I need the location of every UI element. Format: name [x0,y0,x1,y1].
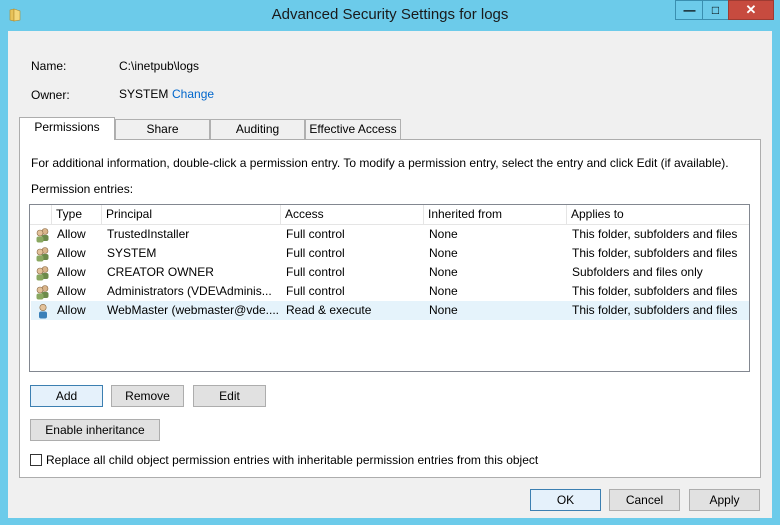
row-principal: CREATOR OWNER [107,265,214,279]
row-inherited-from: None [429,265,458,279]
row-applies-to: Subfolders and files only [572,265,703,279]
row-access: Full control [286,284,345,298]
row-type: Allow [57,227,86,241]
row-type: Allow [57,246,86,260]
row-principal: SYSTEM [107,246,157,260]
table-row-selected[interactable]: Allow WebMaster (webmaster@vde.... Read … [31,301,749,320]
row-type: Allow [57,265,86,279]
close-button[interactable]: ✕ [728,0,774,20]
row-type: Allow [57,303,86,317]
replace-entries-label: Replace all child object permission entr… [46,453,539,467]
row-principal: TrustedInstaller [107,227,190,241]
header-applies-to[interactable]: Applies to [567,205,749,224]
row-type: Allow [57,284,86,298]
row-principal: WebMaster (webmaster@vde.... [107,303,279,317]
maximize-icon: □ [711,3,720,17]
row-applies-to: This folder, subfolders and files [572,227,738,241]
row-access: Full control [286,227,345,241]
row-access: Full control [286,246,345,260]
row-inherited-from: None [429,303,458,317]
tab-effective-access[interactable]: Effective Access [305,119,401,139]
replace-entries-checkbox[interactable] [30,454,42,466]
row-applies-to: This folder, subfolders and files [572,246,738,260]
apply-button[interactable]: Apply [689,489,760,511]
group-icon [36,266,49,281]
table-row[interactable]: Allow Administrators (VDE\Adminis... Ful… [31,282,749,301]
tab-share[interactable]: Share [115,119,210,139]
user-icon [39,303,47,319]
table-row[interactable]: Allow SYSTEM Full control None This fold… [31,244,749,263]
group-icon [36,228,49,243]
header-principal[interactable]: Principal [102,205,281,224]
header-icon-column [30,205,52,224]
remove-button[interactable]: Remove [111,385,184,407]
row-inherited-from: None [429,246,458,260]
row-access: Full control [286,265,345,279]
table-row[interactable]: Allow TrustedInstaller Full control None… [31,225,749,244]
row-inherited-from: None [429,227,458,241]
tab-permissions[interactable]: Permissions [19,117,115,140]
row-applies-to: This folder, subfolders and files [572,284,738,298]
enable-inheritance-button[interactable]: Enable inheritance [30,419,160,441]
dialog-body: Name: C:\inetpub\logs Owner: SYSTEM Chan… [8,31,772,518]
header-access[interactable]: Access [281,205,424,224]
info-text: For additional information, double-click… [31,156,729,170]
owner-value: SYSTEM [119,87,169,101]
header-type[interactable]: Type [52,205,102,224]
owner-label: Owner: [31,88,70,102]
row-applies-to: This folder, subfolders and files [572,303,738,317]
close-icon: ✕ [745,2,757,17]
row-access: Read & execute [286,303,372,317]
cancel-button[interactable]: Cancel [609,489,680,511]
list-header: Type Principal Access Inherited from App… [30,205,749,225]
minimize-button[interactable]: — [675,0,703,20]
table-row[interactable]: Allow CREATOR OWNER Full control None Su… [31,263,749,282]
owner-change-link[interactable]: Change [172,87,214,101]
row-inherited-from: None [429,284,458,298]
maximize-button[interactable]: □ [702,0,729,20]
title-bar: Advanced Security Settings for logs — □ … [0,0,780,31]
edit-button[interactable]: Edit [193,385,266,407]
minimize-icon: — [683,3,696,17]
row-principal: Administrators (VDE\Adminis... [107,284,272,298]
ok-button[interactable]: OK [530,489,601,511]
tab-auditing[interactable]: Auditing [210,119,305,139]
header-inherited-from[interactable]: Inherited from [424,205,567,224]
permission-entries-label: Permission entries: [31,182,134,196]
group-icon [36,247,49,262]
permission-entries-list[interactable]: Type Principal Access Inherited from App… [29,204,750,372]
group-icon [36,285,49,300]
add-button[interactable]: Add [30,385,103,407]
name-value: C:\inetpub\logs [119,59,200,73]
name-label: Name: [31,59,67,73]
window-title: Advanced Security Settings for logs [271,6,509,23]
